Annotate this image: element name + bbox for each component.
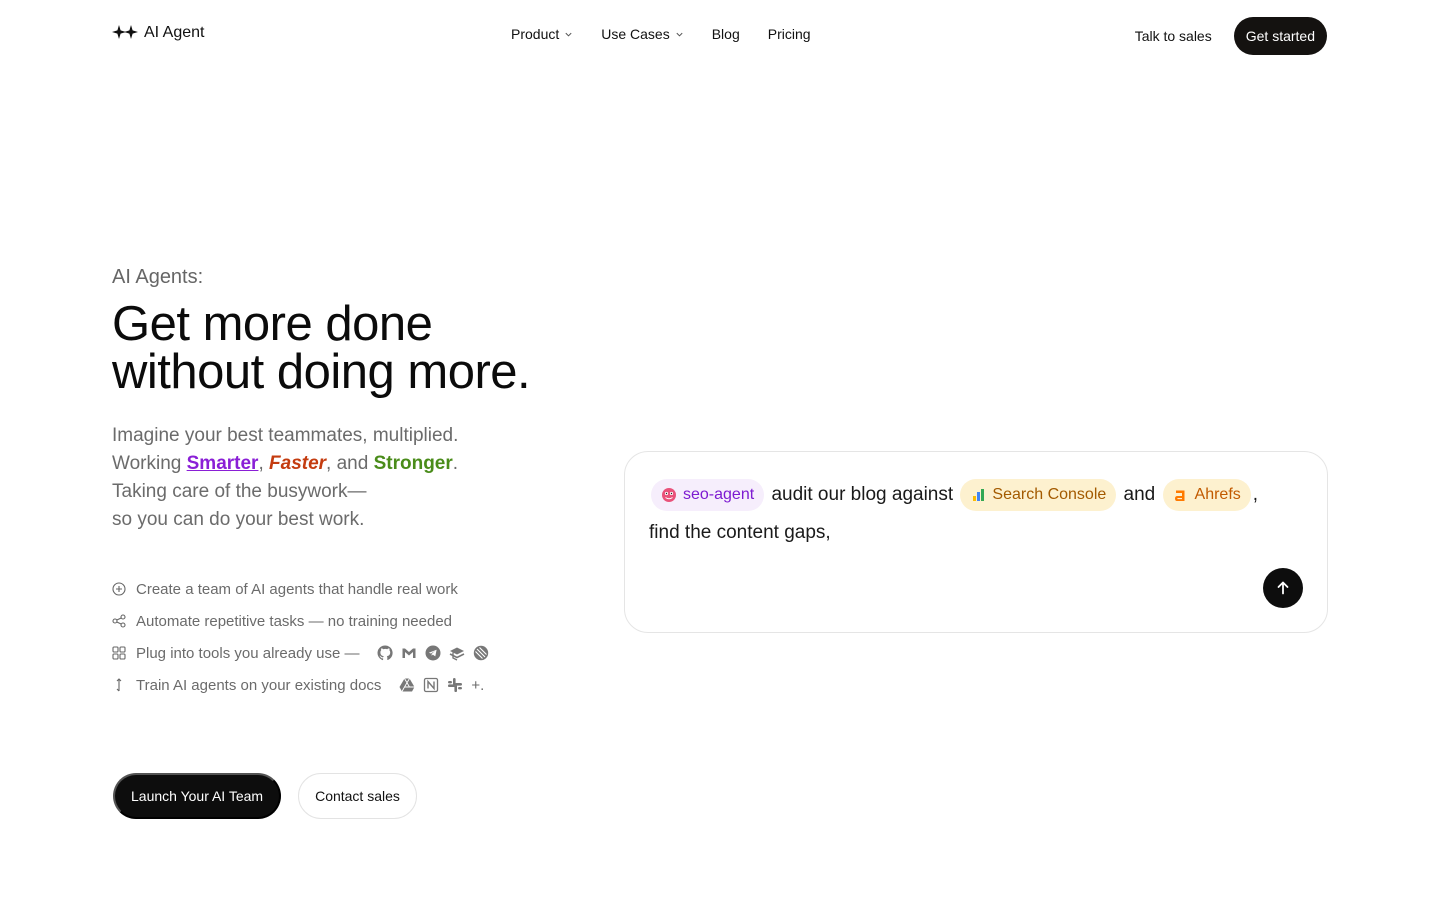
stack-icon — [449, 645, 465, 661]
nav-blog-label: Blog — [711, 26, 740, 42]
search-console-chip-label: Search Console — [992, 485, 1107, 503]
nav-product-label: Product — [511, 26, 560, 42]
prompt-segment-3: , — [1252, 484, 1259, 505]
keyword-smarter: Smarter — [186, 453, 259, 474]
lede-line-3: Taking care of the busywork— — [112, 481, 367, 502]
launch-ai-team-button[interactable]: Launch Your AI Team — [113, 773, 282, 819]
feature-text: Plug into tools you already use — — [136, 644, 360, 662]
hero-headline: Get more done without doing more. — [112, 297, 531, 399]
linear-icon — [473, 645, 489, 661]
slack-icon — [447, 677, 463, 693]
talk-to-sales-link[interactable]: Talk to sales — [1135, 28, 1212, 44]
nav-product[interactable]: Product — [511, 26, 573, 42]
feature-item: Automate repetitive tasks — no training … — [112, 605, 489, 637]
feature-item: Create a team of AI agents that handle r… — [112, 573, 489, 605]
brand-name: AI Agent — [144, 24, 205, 41]
nav-blog[interactable]: Blog — [712, 26, 740, 42]
search-console-icon — [970, 487, 986, 503]
github-icon — [377, 645, 394, 661]
lede-line-2: Working Smarter, Faster, and Stronger. — [112, 450, 458, 478]
site-header: AI Agent Product Use Cases Blog Pricing … — [0, 0, 1440, 72]
brand-logo[interactable]: AI Agent — [112, 24, 205, 42]
arrow-vertical-icon — [112, 678, 126, 692]
agent-chip[interactable]: seo-agent — [651, 478, 765, 511]
hero-lede: Imagine your best teammates, multiplied.… — [112, 422, 458, 534]
grid-icon — [112, 646, 126, 660]
sparkles-icon — [112, 25, 138, 41]
working-prefix: Working — [112, 453, 187, 474]
feature-text: Automate repetitive tasks — no training … — [136, 612, 453, 630]
share-nodes-icon — [112, 614, 126, 628]
nav-use-cases-label: Use Cases — [601, 26, 670, 42]
docs-icons: +. — [399, 677, 484, 694]
google-drive-icon — [399, 677, 415, 693]
prompt-segment-2: and — [1123, 484, 1156, 505]
ahrefs-icon — [1173, 487, 1189, 503]
keyword-faster: Faster — [269, 453, 327, 474]
feature-list: Create a team of AI agents that handle r… — [112, 573, 489, 701]
agent-avatar-icon — [661, 487, 677, 503]
hero-cta-row: Launch Your AI Team Contact sales — [113, 773, 417, 819]
headline-line-2: without doing more. — [112, 345, 531, 399]
chevron-down-icon — [565, 32, 572, 37]
keyword-stronger: Stronger — [373, 453, 453, 474]
header-actions: Talk to sales Get started — [1135, 17, 1327, 55]
feature-item: Train AI agents on your existing docs +. — [112, 669, 489, 701]
lede-line-4: so you can do your best work. — [112, 509, 365, 530]
prompt-text[interactable]: seo-agent audit our blog against Search … — [649, 476, 1309, 552]
search-console-chip[interactable]: Search Console — [960, 478, 1117, 511]
plus-circle-icon — [112, 582, 126, 596]
telegram-icon — [425, 645, 441, 661]
chevron-down-icon — [676, 32, 683, 37]
prompt-segment-1: audit our blog against — [771, 484, 954, 505]
prompt-segment-4: find the content gaps, — [649, 522, 831, 543]
notion-icon — [423, 677, 439, 693]
nav-use-cases[interactable]: Use Cases — [601, 26, 683, 42]
hero-eyebrow: AI Agents: — [112, 266, 204, 288]
ahrefs-chip-label: Ahrefs — [1194, 485, 1241, 503]
agent-chip-label: seo-agent — [683, 485, 755, 503]
tool-icons — [377, 645, 489, 661]
arrow-up-icon — [1277, 581, 1289, 595]
docs-more: +. — [471, 676, 485, 694]
separator-2: , and — [326, 453, 374, 474]
feature-text: Train AI agents on your existing docs — [136, 676, 382, 694]
send-button[interactable] — [1263, 568, 1303, 608]
headline-line-1: Get more done — [112, 297, 433, 351]
feature-text: Create a team of AI agents that handle r… — [136, 580, 458, 598]
main-nav: Product Use Cases Blog Pricing — [511, 26, 811, 42]
nav-pricing[interactable]: Pricing — [768, 26, 811, 42]
contact-sales-button[interactable]: Contact sales — [298, 773, 417, 819]
nav-pricing-label: Pricing — [767, 26, 811, 42]
get-started-button[interactable]: Get started — [1233, 17, 1327, 55]
prompt-card: seo-agent audit our blog against Search … — [624, 451, 1328, 633]
lede-line-1: Imagine your best teammates, multiplied. — [112, 425, 459, 446]
feature-item: Plug into tools you already use — — [112, 637, 489, 669]
separator-1: , — [258, 453, 270, 474]
gmail-icon — [401, 645, 417, 661]
ahrefs-chip[interactable]: Ahrefs — [1162, 478, 1251, 511]
period: . — [452, 453, 459, 474]
